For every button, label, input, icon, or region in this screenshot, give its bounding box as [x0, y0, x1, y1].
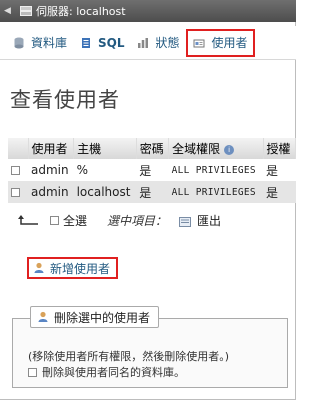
tab-users[interactable]: 使用者: [185, 28, 255, 57]
main-tabs: 資料庫 SQL 狀態 使用者: [0, 26, 296, 60]
column-header-user[interactable]: 使用者: [28, 138, 75, 159]
grant-cell: 是: [263, 181, 296, 203]
password-cell: 是: [136, 159, 169, 181]
privileges-cell: ALL PRIVILEGES: [168, 159, 264, 181]
delete-users-legend-label: 刪除選中的使用者: [54, 310, 151, 325]
server-icon: [20, 6, 32, 16]
drop-same-name-db-option[interactable]: 刪除與使用者同名的資料庫。: [28, 364, 185, 380]
tab-users-label: 使用者: [211, 36, 248, 50]
delete-users-legend: 刪除選中的使用者: [30, 306, 160, 328]
drop-same-name-db-label: 刪除與使用者同名的資料庫。: [42, 366, 185, 379]
column-header-grant[interactable]: 授權: [263, 138, 297, 159]
tab-sql-label: SQL: [98, 35, 125, 50]
select-all-label[interactable]: 全選: [63, 212, 87, 229]
column-header-host[interactable]: 主機: [73, 138, 137, 159]
add-user-label: 新增使用者: [50, 261, 111, 276]
drop-same-name-db-checkbox[interactable]: [28, 367, 37, 377]
select-all-checkbox[interactable]: [50, 216, 59, 225]
bulk-actions-bar: 全選 選中項目： 匯出: [18, 212, 221, 229]
select-arrow-icon: [18, 214, 40, 227]
tab-status-label: 狀態: [155, 36, 180, 50]
privileges-cell: ALL PRIVILEGES: [168, 181, 264, 203]
add-user-button[interactable]: 新增使用者: [27, 257, 119, 279]
database-icon: [12, 36, 25, 49]
column-header-password[interactable]: 密碼: [136, 138, 170, 159]
page-title: 查看使用者: [10, 88, 120, 112]
status-icon: [137, 36, 150, 49]
row-checkbox[interactable]: [11, 188, 20, 197]
delete-user-icon: [37, 311, 49, 323]
user-cell: admin: [28, 181, 74, 203]
grant-cell: 是: [263, 159, 296, 181]
users-table: 使用者 主機 密碼 全域權限 i 授權 admin % 是 ALL PRIVILE…: [8, 138, 297, 203]
row-checkbox[interactable]: [11, 166, 20, 175]
global-privileges-label: 全域權限: [172, 142, 221, 156]
tab-databases[interactable]: 資料庫: [6, 30, 73, 56]
select-column-header: [8, 138, 29, 159]
row-select-cell: [8, 181, 28, 203]
column-header-global-privileges[interactable]: 全域權限 i: [168, 138, 264, 159]
row-select-cell: [8, 159, 28, 181]
host-cell: localhost: [73, 181, 137, 203]
users-icon: [193, 36, 206, 49]
tab-databases-label: 資料庫: [31, 36, 68, 50]
password-cell: 是: [136, 181, 169, 203]
left-arrow-icon[interactable]: ◀: [4, 6, 14, 16]
export-icon[interactable]: [179, 216, 192, 227]
info-icon[interactable]: i: [224, 144, 235, 155]
delete-users-note: (移除使用者所有權限，然後刪除使用者。): [28, 350, 230, 363]
table-row: admin % 是 ALL PRIVILEGES 是: [8, 159, 296, 181]
add-user-icon: [33, 262, 45, 274]
table-row: admin localhost 是 ALL PRIVILEGES 是: [8, 181, 296, 203]
tab-sql[interactable]: SQL: [73, 30, 131, 56]
export-label[interactable]: 匯出: [197, 212, 221, 229]
sql-icon: [79, 36, 92, 49]
server-label[interactable]: 伺服器: localhost: [36, 3, 126, 19]
table-header-row: 使用者 主機 密碼 全域權限 i 授權: [8, 138, 297, 159]
server-breadcrumb-bar: ◀ 伺服器: localhost: [0, 0, 296, 22]
with-selected-label: 選中項目：: [107, 214, 168, 228]
user-cell: admin: [28, 159, 74, 181]
host-cell: %: [73, 159, 137, 181]
tab-status[interactable]: 狀態: [131, 30, 186, 56]
